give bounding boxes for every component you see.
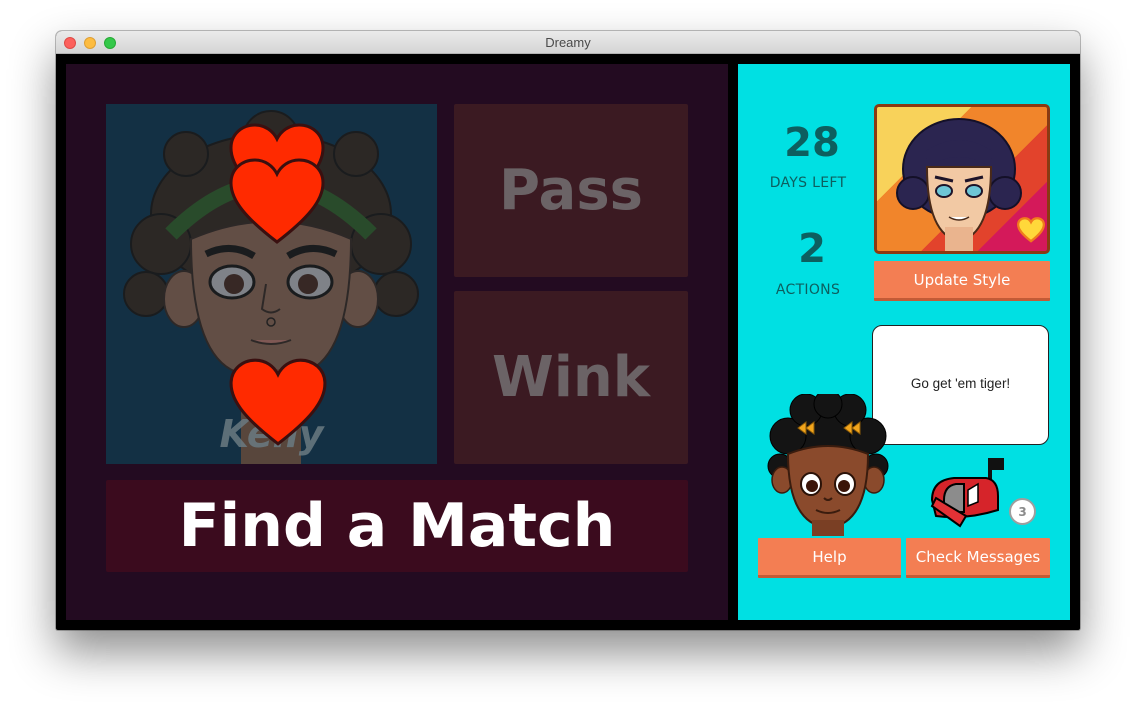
update-style-button[interactable]: Update Style: [874, 261, 1050, 301]
profile-card: Kelly: [106, 104, 437, 464]
helper-character: [767, 394, 889, 536]
pass-button[interactable]: Pass: [454, 104, 688, 277]
match-panel: Kelly Pass Wink Find a Match: [66, 64, 728, 620]
find-match-button[interactable]: Find a Match: [106, 480, 688, 572]
actions-value: 2: [798, 226, 826, 272]
unread-messages-badge: 3: [1009, 498, 1036, 525]
check-messages-button[interactable]: Check Messages: [906, 538, 1050, 578]
title-bar: Dreamy: [56, 31, 1080, 54]
days-left-label: DAYS LEFT: [769, 175, 847, 191]
days-left-value: 28: [784, 120, 840, 166]
actions-label: ACTIONS: [775, 282, 841, 298]
player-avatar: [874, 104, 1050, 254]
heart-icon: [229, 158, 325, 244]
app-window: Dreamy Pass Wink Find a Match 28 DAYS LE…: [56, 31, 1080, 630]
wink-button[interactable]: Wink: [454, 291, 688, 464]
window-title: Dreamy: [545, 35, 591, 50]
heart-icon: [229, 358, 327, 446]
help-button[interactable]: Help: [758, 538, 901, 578]
helper-speech-bubble: Go get 'em tiger!: [872, 325, 1049, 445]
status-sidebar: 28 DAYS LEFT 2 ACTIONS Update Style Go g…: [738, 64, 1070, 620]
mailbox-icon[interactable]: [926, 456, 1006, 530]
small-heart-icon: [1017, 217, 1045, 243]
